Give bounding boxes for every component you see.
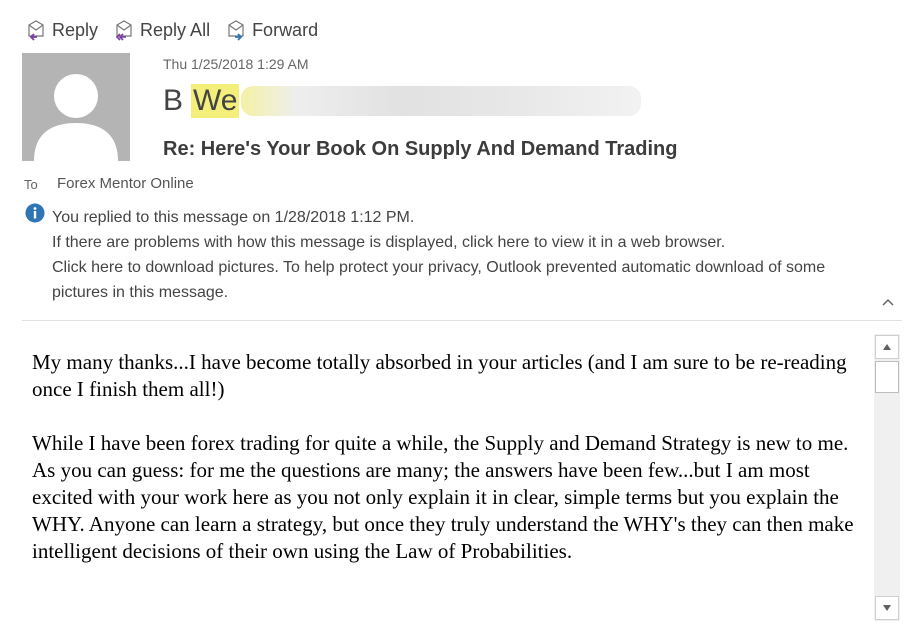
scroll-thumb[interactable]: [875, 361, 899, 393]
header-divider: [22, 320, 902, 321]
collapse-header-button[interactable]: [880, 294, 896, 310]
replied-notice[interactable]: You replied to this message on 1/28/2018…: [52, 205, 882, 230]
body-paragraph: My many thanks...I have become totally a…: [32, 350, 847, 401]
download-pictures-link[interactable]: Click here to download pictures. To help…: [52, 255, 882, 305]
sender-name[interactable]: B We: [163, 84, 642, 118]
message-body: My many thanks...I have become totally a…: [32, 349, 872, 592]
view-in-browser-link[interactable]: If there are problems with how this mess…: [52, 230, 882, 255]
reply-button[interactable]: Reply: [24, 19, 98, 41]
reply-all-label: Reply All: [140, 19, 211, 40]
body-paragraph: While I have been forex trading for quit…: [32, 431, 854, 563]
forward-label: Forward: [252, 19, 319, 40]
scroll-up-arrow-icon: [883, 344, 891, 350]
reply-all-icon: [112, 19, 136, 41]
recipient-name[interactable]: Forex Mentor Online: [57, 175, 194, 192]
forward-icon: [224, 19, 248, 41]
to-label: To: [24, 177, 38, 192]
info-bar: You replied to this message on 1/28/2018…: [52, 205, 882, 305]
scroll-down-arrow-icon: [883, 605, 891, 611]
message-toolbar: Reply Reply All Forward: [24, 16, 318, 44]
message-date: Thu 1/25/2018 1:29 AM: [163, 56, 309, 72]
chevron-up-icon: [882, 298, 894, 306]
scroll-down-button[interactable]: [875, 596, 899, 620]
sender-avatar: [22, 53, 130, 161]
sender-highlighted-text: We: [191, 84, 240, 118]
forward-button[interactable]: Forward: [224, 19, 318, 41]
sender-blurred-address: [241, 86, 642, 116]
reply-label: Reply: [52, 19, 99, 40]
person-icon: [34, 74, 118, 161]
reply-icon: [24, 19, 48, 41]
scroll-up-button[interactable]: [875, 335, 899, 359]
info-icon: [25, 203, 45, 223]
message-subject: Re: Here's Your Book On Supply And Deman…: [163, 138, 678, 160]
reply-all-button[interactable]: Reply All: [112, 19, 210, 41]
sender-initial: B: [163, 84, 184, 117]
body-scrollbar[interactable]: [874, 334, 900, 621]
